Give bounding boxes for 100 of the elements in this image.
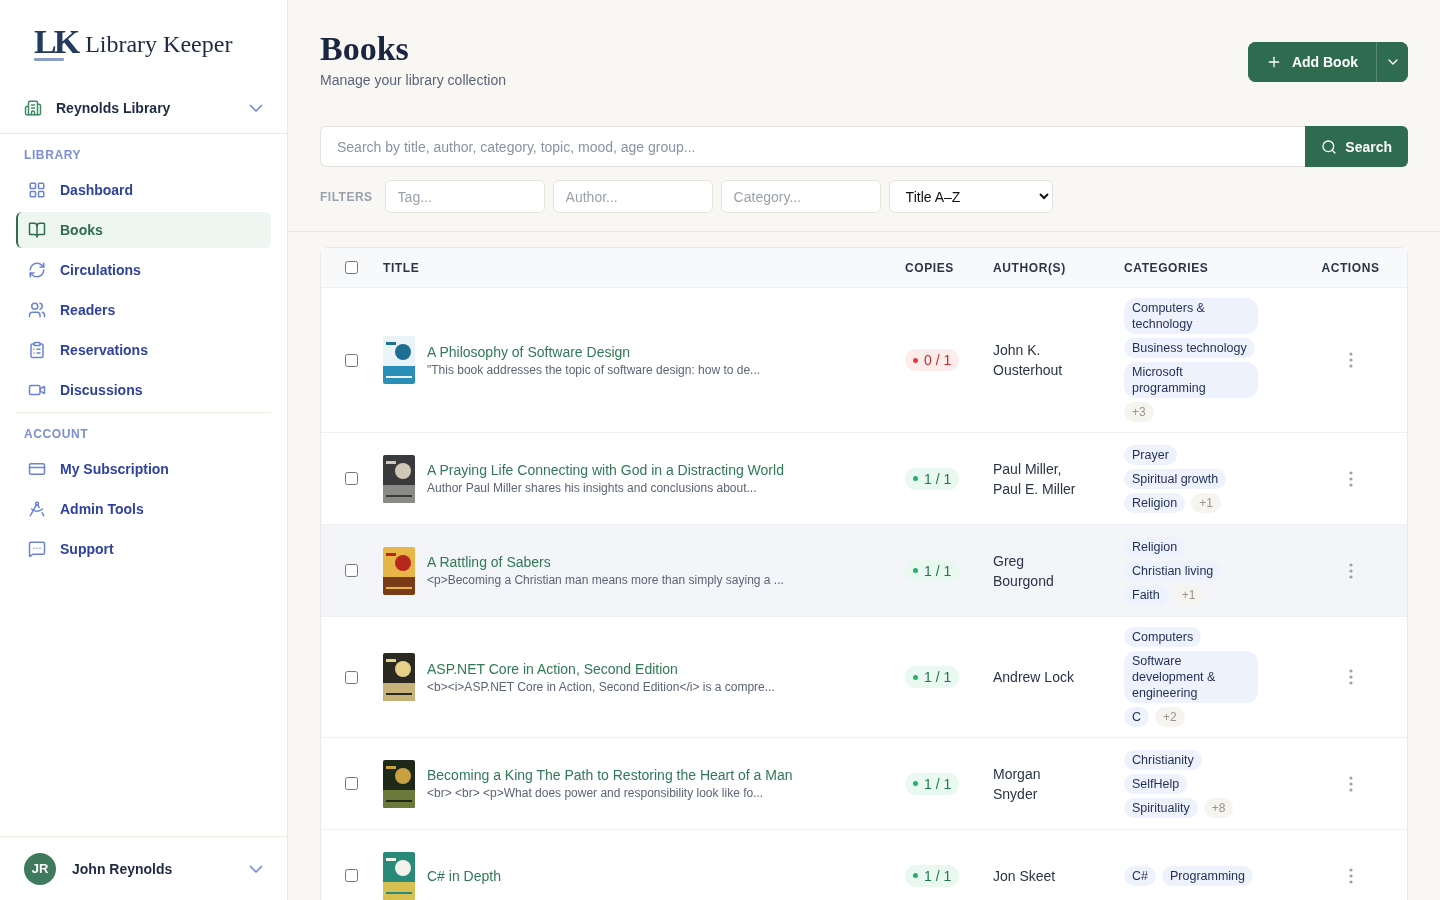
column-header: AUTHOR(S) bbox=[993, 260, 1067, 275]
row-checkbox[interactable] bbox=[344, 869, 358, 882]
row-checkbox[interactable] bbox=[344, 472, 358, 485]
category-tag: Religion bbox=[1124, 492, 1186, 513]
book-icon bbox=[28, 221, 46, 239]
authors-text: Greg Bourgond bbox=[993, 551, 1055, 591]
brand-name: Library Keeper bbox=[85, 30, 233, 58]
sort-select[interactable]: Title A–Z bbox=[888, 180, 1053, 213]
copies-badge: 1 / 1 bbox=[905, 772, 960, 795]
nav-item[interactable]: Support bbox=[16, 531, 271, 567]
chevron-down-icon[interactable] bbox=[249, 864, 263, 873]
category-tag: C bbox=[1124, 707, 1150, 727]
nav-item[interactable]: Admin Tools bbox=[16, 491, 271, 527]
search-button[interactable]: Search bbox=[1305, 126, 1408, 167]
book-title-link[interactable]: A Praying Life Connecting with God in a Distracting World bbox=[427, 462, 784, 478]
building-icon bbox=[24, 98, 42, 117]
more-options-button[interactable] bbox=[1348, 867, 1353, 884]
nav-item[interactable]: Discussions bbox=[16, 372, 271, 408]
category-tag: Business technology bbox=[1124, 338, 1255, 358]
table-row[interactable]: A Rattling of Sabers <p>Becoming a Christian man means more than simply saying a ... 1 / 1 Greg Bourgond Religion Christian living Faith +1 bbox=[321, 525, 1407, 617]
category-tag: Software development & engineering bbox=[1124, 651, 1258, 703]
category-tag: Computers bbox=[1124, 627, 1202, 647]
nav-item[interactable]: Circulations bbox=[16, 252, 271, 288]
nav-item[interactable]: Dashboard bbox=[16, 172, 271, 208]
author-filter-field[interactable]: Author... bbox=[552, 180, 713, 213]
row-checkbox[interactable] bbox=[344, 353, 358, 367]
chat-bubble-icon bbox=[28, 540, 46, 558]
copies-badge: 1 / 1 bbox=[905, 467, 960, 490]
users-icon bbox=[28, 301, 46, 319]
nav-item[interactable]: My Subscription bbox=[16, 451, 271, 487]
copies-badge: 1 / 1 bbox=[905, 666, 960, 688]
filters-label: FILTERS bbox=[320, 189, 373, 204]
authors-text: Morgan Snyder bbox=[993, 764, 1042, 804]
row-checkbox[interactable] bbox=[344, 564, 358, 577]
authors-text: John K. Ousterhout bbox=[993, 341, 1064, 380]
more-options-button[interactable] bbox=[1348, 669, 1353, 685]
nav-item[interactable]: Books bbox=[16, 212, 271, 248]
book-title-link[interactable]: A Philosophy of Software Design bbox=[427, 343, 761, 360]
category-tag: Spiritual growth bbox=[1124, 468, 1227, 489]
search-icon bbox=[1321, 138, 1338, 155]
authors-text: Jon Skeet bbox=[993, 866, 1057, 886]
category-tag: Christianity bbox=[1124, 749, 1202, 770]
copies-badge: 1 / 1 bbox=[905, 864, 960, 887]
select-all-checkbox[interactable] bbox=[344, 261, 358, 274]
vertical-dots-icon bbox=[1348, 867, 1353, 884]
category-tag: Christian living bbox=[1124, 560, 1222, 581]
library-switcher[interactable]: Reynolds Library bbox=[0, 86, 287, 134]
nav-item[interactable]: Readers bbox=[16, 292, 271, 328]
book-title-link[interactable]: Becoming a King The Path to Restoring the Heart of a Man bbox=[427, 767, 793, 783]
nav-item[interactable]: Reservations bbox=[16, 332, 271, 368]
nav-section-heading: ACCOUNT bbox=[23, 426, 90, 443]
nav-section-heading: LIBRARY bbox=[23, 147, 83, 164]
more-options-button[interactable] bbox=[1348, 775, 1353, 792]
vertical-dots-icon bbox=[1348, 562, 1353, 579]
column-header: COPIES bbox=[905, 260, 955, 275]
book-description: "This book addresses the topic of software design: how to de... bbox=[427, 362, 761, 377]
more-count: +1 bbox=[1173, 584, 1204, 605]
credit-card-icon bbox=[28, 460, 46, 478]
category-tag: SelfHelp bbox=[1124, 773, 1188, 794]
clipboard-icon bbox=[28, 341, 46, 359]
column-header: ACTIONS bbox=[1321, 260, 1380, 275]
vertical-dots-icon bbox=[1348, 775, 1353, 792]
more-count: +8 bbox=[1203, 797, 1234, 818]
category-tag: Religion bbox=[1124, 536, 1186, 557]
search-field[interactable]: Search by title, author, category, topic, mood, age group... bbox=[320, 126, 1306, 167]
column-header: TITLE bbox=[383, 260, 421, 275]
column-header: CATEGORIES bbox=[1124, 260, 1210, 275]
category-tag: Programming bbox=[1162, 865, 1253, 886]
dropdown-button[interactable] bbox=[1376, 42, 1408, 82]
avatar: JR bbox=[24, 852, 56, 885]
category-tag: Microsoft programming bbox=[1124, 362, 1258, 398]
copies-badge: 0 / 1 bbox=[905, 349, 960, 371]
authors-text: Paul Miller, Paul E. Miller bbox=[993, 459, 1077, 499]
book-title-link[interactable]: A Rattling of Sabers bbox=[427, 554, 784, 570]
category-filter-field[interactable]: Category... bbox=[720, 180, 881, 213]
vertical-dots-icon bbox=[1348, 669, 1353, 685]
category-tag: Computers & technology bbox=[1124, 298, 1258, 334]
vertical-dots-icon bbox=[1348, 470, 1353, 487]
more-options-button[interactable] bbox=[1348, 352, 1353, 368]
row-checkbox[interactable] bbox=[344, 670, 358, 684]
tag-filter-field[interactable]: Tag... bbox=[384, 180, 545, 213]
more-options-button[interactable] bbox=[1348, 562, 1353, 579]
more-count: +1 bbox=[1191, 492, 1221, 513]
logo-mark: LK bbox=[34, 25, 78, 63]
row-checkbox[interactable] bbox=[344, 777, 358, 790]
book-description: Author Paul Miller shares his insights and conclusions about... bbox=[427, 481, 758, 495]
user-name: John Reynolds bbox=[72, 860, 174, 877]
category-tag: Prayer bbox=[1124, 444, 1177, 465]
book-description: <b><i>ASP.NET Core in Action, Second Edition</i> is a compre... bbox=[427, 679, 775, 694]
more-options-button[interactable] bbox=[1348, 470, 1353, 487]
grid-icon bbox=[28, 181, 46, 199]
chevron-down-icon bbox=[249, 103, 263, 112]
category-tag: Spirituality bbox=[1124, 797, 1198, 818]
copies-badge: 1 / 1 bbox=[905, 559, 960, 582]
more-count: +2 bbox=[1155, 707, 1185, 727]
category-tag: C# bbox=[1124, 865, 1156, 886]
book-description: <p>Becoming a Christian man means more than simply saying a ... bbox=[427, 573, 784, 587]
book-title-link[interactable]: ASP.NET Core in Action, Second Edition bbox=[427, 660, 775, 677]
page-title: Books bbox=[320, 30, 410, 68]
book-title-link[interactable]: C# in Depth bbox=[427, 867, 501, 884]
